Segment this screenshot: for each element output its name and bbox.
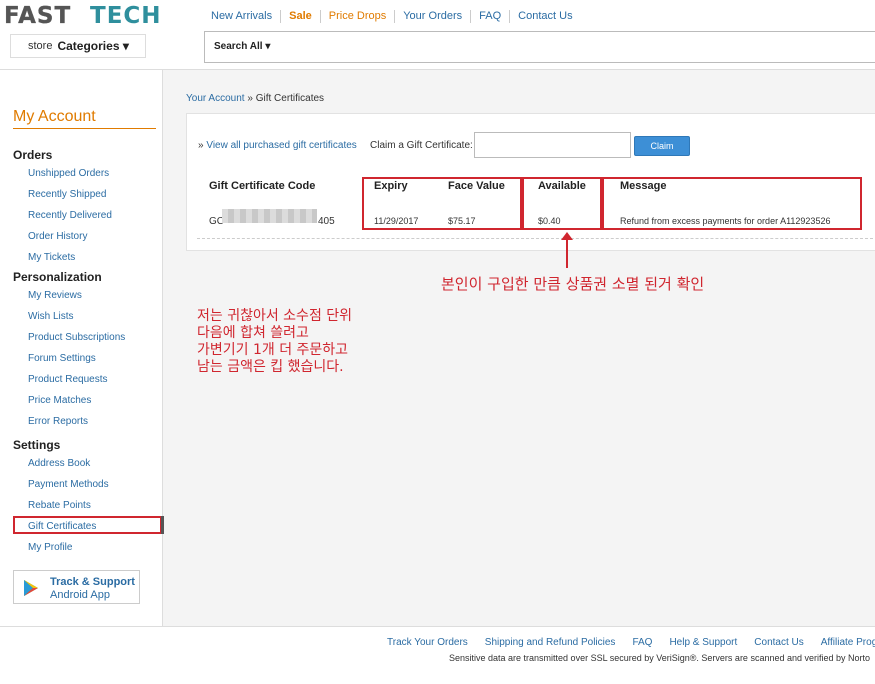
footer-link[interactable]: Contact Us <box>754 637 803 648</box>
svg-text:TECH: TECH <box>90 3 162 27</box>
sidebar-item-recently-delivered[interactable]: Recently Delivered <box>28 210 112 221</box>
app-badge-subtitle: Android App <box>50 589 110 601</box>
nav-new-arrivals[interactable]: New Arrivals <box>203 10 282 23</box>
view-all-label: View all purchased gift certificates <box>206 140 357 151</box>
annotation-note-1: 본인이 구입한 만큼 상품권 소멸 된거 확인 <box>441 275 705 293</box>
footer-link[interactable]: FAQ <box>632 637 652 648</box>
page-body: My Account Track & Support Android App O… <box>0 70 875 626</box>
sidebar-heading-orders: Orders <box>13 148 53 162</box>
claim-button[interactable]: Claim <box>634 136 690 156</box>
sidebar-item-address-book[interactable]: Address Book <box>28 458 90 469</box>
claim-label: Claim a Gift Certificate: <box>370 140 473 151</box>
annotation-arrow-head <box>561 232 573 240</box>
sidebar-title: My Account <box>13 108 156 129</box>
site-header: FAST TECH New Arrivals Sale Price Drops You… <box>0 0 875 70</box>
breadcrumb-current: Gift Certificates <box>255 93 325 104</box>
nav-faq[interactable]: FAQ <box>471 10 511 23</box>
nav-sale[interactable]: Sale <box>281 10 321 23</box>
footer-security-note: Sensitive data are transmitted over SSL … <box>449 653 871 663</box>
breadcrumb: Your Account » Gift Certificates <box>186 93 324 104</box>
active-item-indicator <box>161 516 164 534</box>
site-footer: Track Your Orders Shipping and Refund Pol… <box>0 626 875 684</box>
svg-text:FAST: FAST <box>4 3 71 27</box>
categories-dropdown[interactable]: store Categories ▾ <box>10 34 146 58</box>
store-label: store <box>28 40 53 52</box>
sidebar-item-wish-lists[interactable]: Wish Lists <box>28 311 74 322</box>
categories-label: Categories ▾ <box>57 39 129 53</box>
sidebar-item-order-history[interactable]: Order History <box>28 231 87 242</box>
sidebar-item-product-subscriptions[interactable]: Product Subscriptions <box>28 332 125 343</box>
highlight-expiry-face <box>362 177 522 230</box>
sidebar-heading-settings: Settings <box>13 438 61 452</box>
sidebar-item-my-reviews[interactable]: My Reviews <box>28 290 82 301</box>
sidebar-item-forum-settings[interactable]: Forum Settings <box>28 353 96 364</box>
app-badge-title: Track & Support <box>50 576 135 588</box>
footer-link[interactable]: Help & Support <box>669 637 737 648</box>
account-sidebar: My Account Track & Support Android App O… <box>0 70 164 626</box>
sidebar-item-product-requests[interactable]: Product Requests <box>28 374 108 385</box>
annotation-note-2-line: 다음에 합쳐 쓸려고 <box>197 325 309 341</box>
top-nav: New Arrivals Sale Price Drops Your Orders FA… <box>203 10 581 23</box>
sidebar-item-price-matches[interactable]: Price Matches <box>28 395 91 406</box>
claim-code-input[interactable] <box>474 132 631 158</box>
highlight-available <box>522 177 602 230</box>
sidebar-heading-personalization: Personalization <box>13 270 102 284</box>
google-play-icon <box>24 580 38 596</box>
sidebar-item-gift-certificates[interactable]: Gift Certificates <box>28 521 96 532</box>
footer-link[interactable]: Shipping and Refund Policies <box>485 637 616 648</box>
breadcrumb-your-account[interactable]: Your Account <box>186 93 245 104</box>
sidebar-item-my-profile[interactable]: My Profile <box>28 542 72 553</box>
fasttech-logo[interactable]: FAST TECH <box>4 3 176 27</box>
footer-link[interactable]: Track Your Orders <box>387 637 468 648</box>
table-divider <box>197 238 873 239</box>
header-code: Gift Certificate Code <box>209 180 316 192</box>
breadcrumb-separator: » <box>244 93 256 104</box>
redacted-code <box>222 209 317 223</box>
view-all-certificates-link[interactable]: » View all purchased gift certificates <box>198 140 357 151</box>
android-app-badge[interactable]: Track & Support Android App <box>13 570 140 604</box>
sidebar-item-my-tickets[interactable]: My Tickets <box>28 252 75 263</box>
sidebar-item-payment-methods[interactable]: Payment Methods <box>28 479 109 490</box>
highlight-message <box>602 177 862 230</box>
sidebar-item-rebate-points[interactable]: Rebate Points <box>28 500 91 511</box>
sidebar-item-recently-shipped[interactable]: Recently Shipped <box>28 189 106 200</box>
annotation-note-2-line: 남는 금액은 킵 했습니다. <box>197 359 344 375</box>
cert-code-suffix: 405 <box>318 216 335 227</box>
annotation-arrow-line <box>566 238 568 268</box>
search-bar[interactable]: Search All ▾ <box>204 31 875 63</box>
nav-contact-us[interactable]: Contact Us <box>510 10 580 23</box>
nav-your-orders[interactable]: Your Orders <box>395 10 472 23</box>
sidebar-item-error-reports[interactable]: Error Reports <box>28 416 88 427</box>
gift-certificate-panel: » View all purchased gift certificates C… <box>186 113 875 251</box>
sidebar-item-unshipped-orders[interactable]: Unshipped Orders <box>28 168 109 179</box>
nav-price-drops[interactable]: Price Drops <box>321 10 396 23</box>
annotation-note-2-line: 가변기기 1개 더 주문하고 <box>197 342 349 358</box>
footer-link[interactable]: Affiliate Program <box>821 637 875 648</box>
annotation-note-2: 저는 귀찮아서 소수점 단위 다음에 합쳐 쓸려고 가변기기 1개 더 주문하고 남는… <box>197 308 352 376</box>
search-scope-dropdown[interactable]: Search All ▾ <box>214 41 270 52</box>
footer-links: Track Your Orders Shipping and Refund Pol… <box>387 637 875 648</box>
annotation-note-2-line: 저는 귀찮아서 소수점 단위 <box>197 308 353 324</box>
